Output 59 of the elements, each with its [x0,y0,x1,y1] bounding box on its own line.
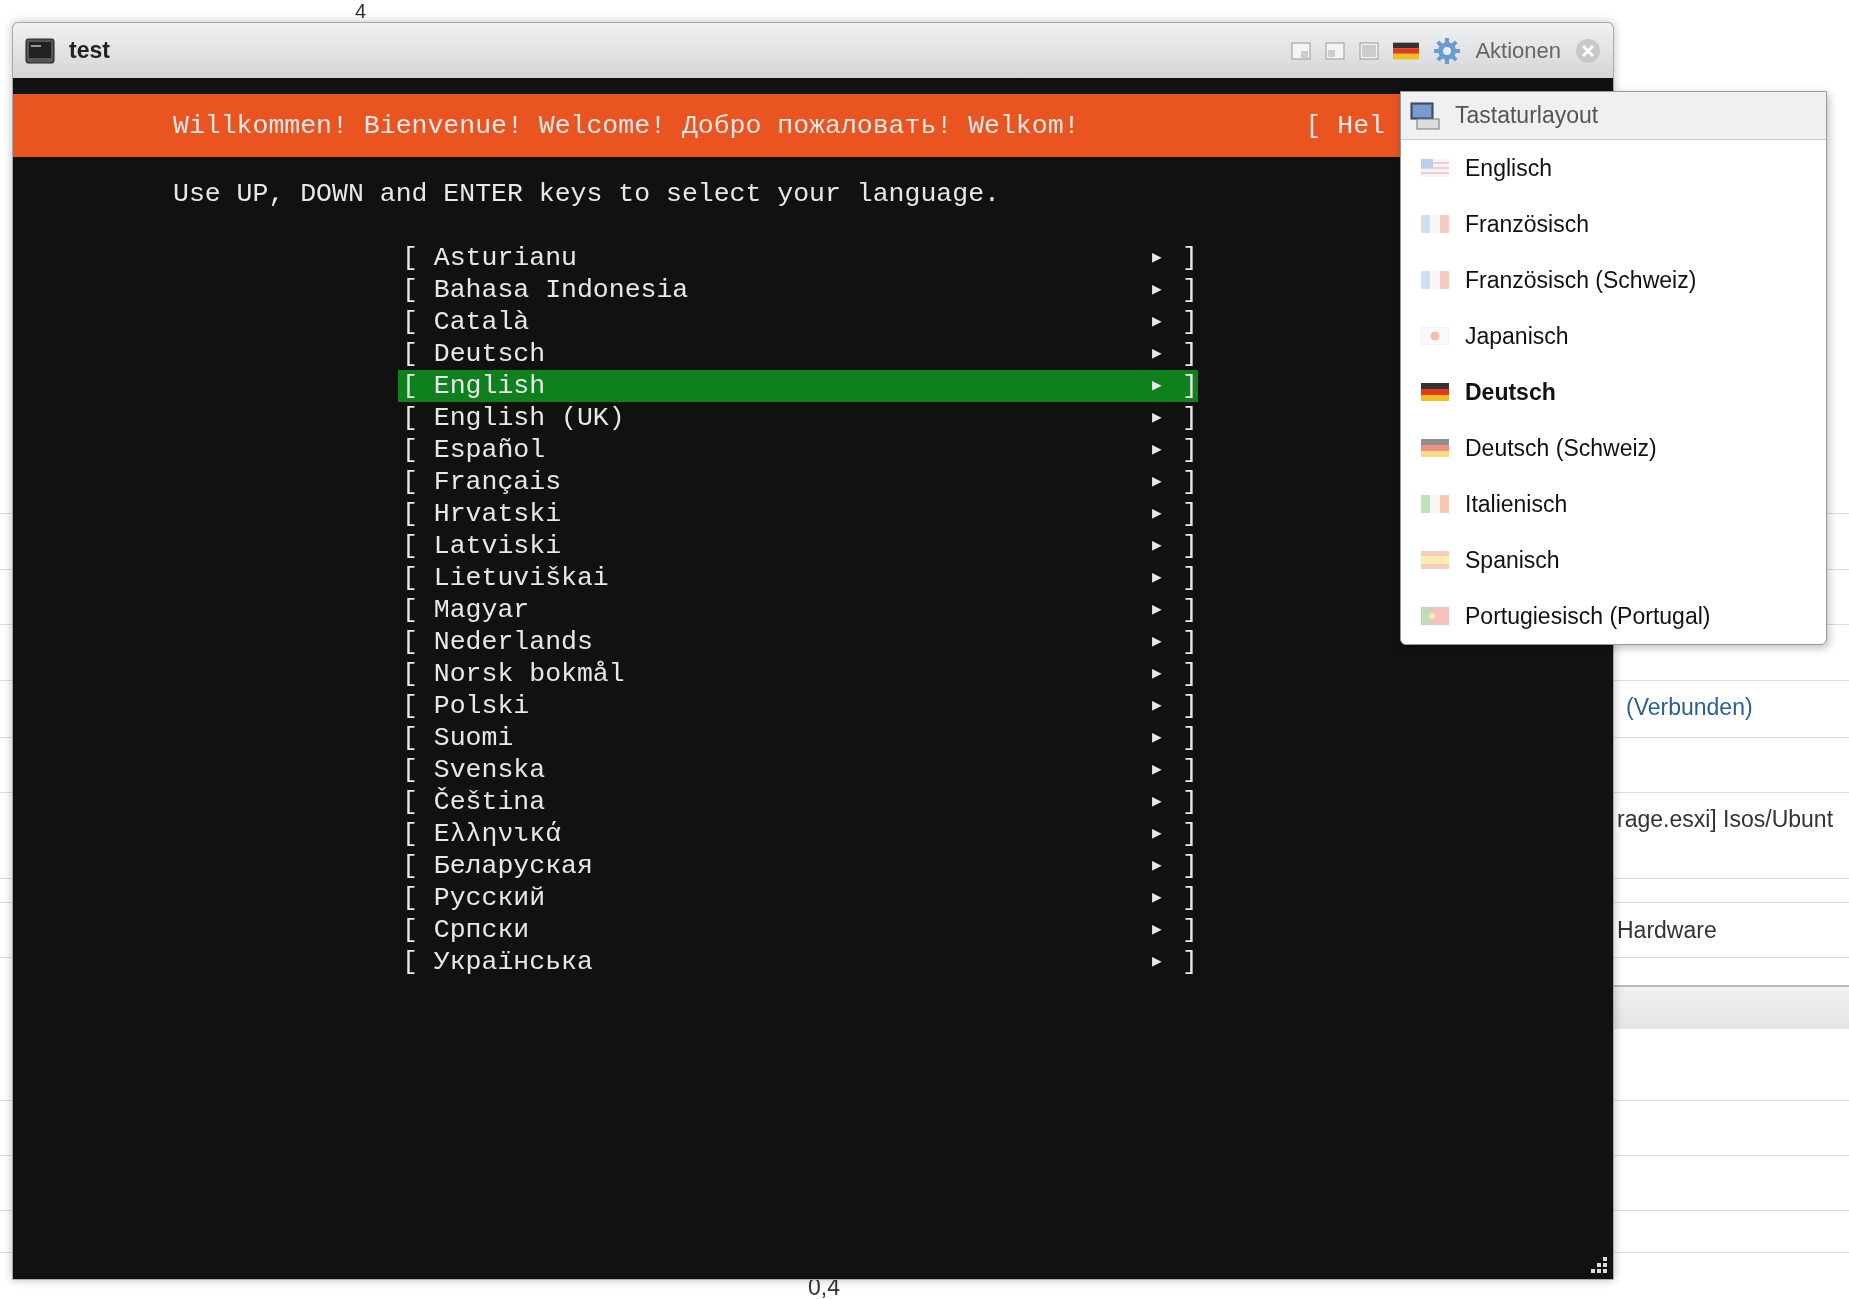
language-option[interactable]: [ Hrvatski ▶ ] [398,498,1198,530]
console-icon [25,37,55,64]
flag-icon [1421,383,1449,401]
flag-icon[interactable] [1393,41,1420,60]
language-option[interactable]: [ English (UK) ▶ ] [398,402,1198,434]
resize-grip-icon[interactable] [1589,1255,1609,1275]
settings-icon[interactable] [1433,36,1462,65]
language-option[interactable]: [ English ▶ ] [398,370,1198,402]
language-option[interactable]: [ Deutsch ▶ ] [398,338,1198,370]
language-option[interactable]: [ Русский ▶ ] [398,882,1198,914]
flag-icon [1421,215,1449,233]
language-option[interactable]: [ Latviski ▶ ] [398,530,1198,562]
instruction-text: Use UP, DOWN and ENTER keys to select your language. [173,179,1000,209]
menu-title: Tastaturlayout [1455,102,1599,129]
section-label: Hardware [1617,917,1717,944]
language-option[interactable]: [ Čeština ▶ ] [398,786,1198,818]
language-option[interactable]: [ Nederlands ▶ ] [398,626,1198,658]
language-option[interactable]: [ Català ▶ ] [398,306,1198,338]
keyboard-icon [1409,100,1441,131]
layout-option[interactable]: Spanisch [1401,532,1826,588]
iso-path: rage.esxi] Isos/Ubunt [1617,806,1834,833]
window-size-icon[interactable] [1291,41,1312,60]
language-option[interactable]: [ Español ▶ ] [398,434,1198,466]
status-link[interactable]: (Verbunden) [1626,694,1753,721]
language-option[interactable]: [ Polski ▶ ] [398,690,1198,722]
actions-menu[interactable]: Aktionen [1475,37,1561,64]
language-option[interactable]: [ Magyar ▶ ] [398,594,1198,626]
page-number: 4 [355,0,367,23]
language-option[interactable]: [ Српски ▶ ] [398,914,1198,946]
layout-option[interactable]: Italienisch [1401,476,1826,532]
language-option[interactable]: [ Lietuviškai ▶ ] [398,562,1198,594]
language-option[interactable]: [ Asturianu ▶ ] [398,242,1198,274]
flag-icon [1421,439,1449,457]
flag-icon [1421,551,1449,569]
layout-option[interactable]: Französisch (Schweiz) [1401,252,1826,308]
layout-option[interactable]: Deutsch [1401,364,1826,420]
flag-icon [1421,327,1449,345]
flag-icon [1421,495,1449,513]
language-option[interactable]: [ Svenska ▶ ] [398,754,1198,786]
language-option[interactable]: [ Ελληνικά ▶ ] [398,818,1198,850]
language-option[interactable]: [ Français ▶ ] [398,466,1198,498]
layout-option[interactable]: Französisch [1401,196,1826,252]
flag-icon [1421,271,1449,289]
language-option[interactable]: [ Українська ▶ ] [398,946,1198,978]
language-option[interactable]: [ Беларуская ▶ ] [398,850,1198,882]
language-option[interactable]: [ Norsk bokmål ▶ ] [398,658,1198,690]
window-size-icon[interactable] [1359,41,1380,60]
layout-option[interactable]: Englisch [1401,140,1826,196]
close-icon[interactable] [1575,37,1601,64]
window-size-icon[interactable] [1325,41,1346,60]
layout-option[interactable]: Deutsch (Schweiz) [1401,420,1826,476]
flag-icon [1421,607,1449,625]
language-option[interactable]: [ Bahasa Indonesia ▶ ] [398,274,1198,306]
language-option[interactable]: [ Suomi ▶ ] [398,722,1198,754]
welcome-text: Willkommen! Bienvenue! Welcome! Добро пожаловать! Welkom! [173,110,1080,141]
layout-option[interactable]: Japanisch [1401,308,1826,364]
layout-option[interactable]: Portugiesisch (Portugal) [1401,588,1826,644]
flag-icon [1421,159,1449,177]
window-title: test [69,37,110,64]
